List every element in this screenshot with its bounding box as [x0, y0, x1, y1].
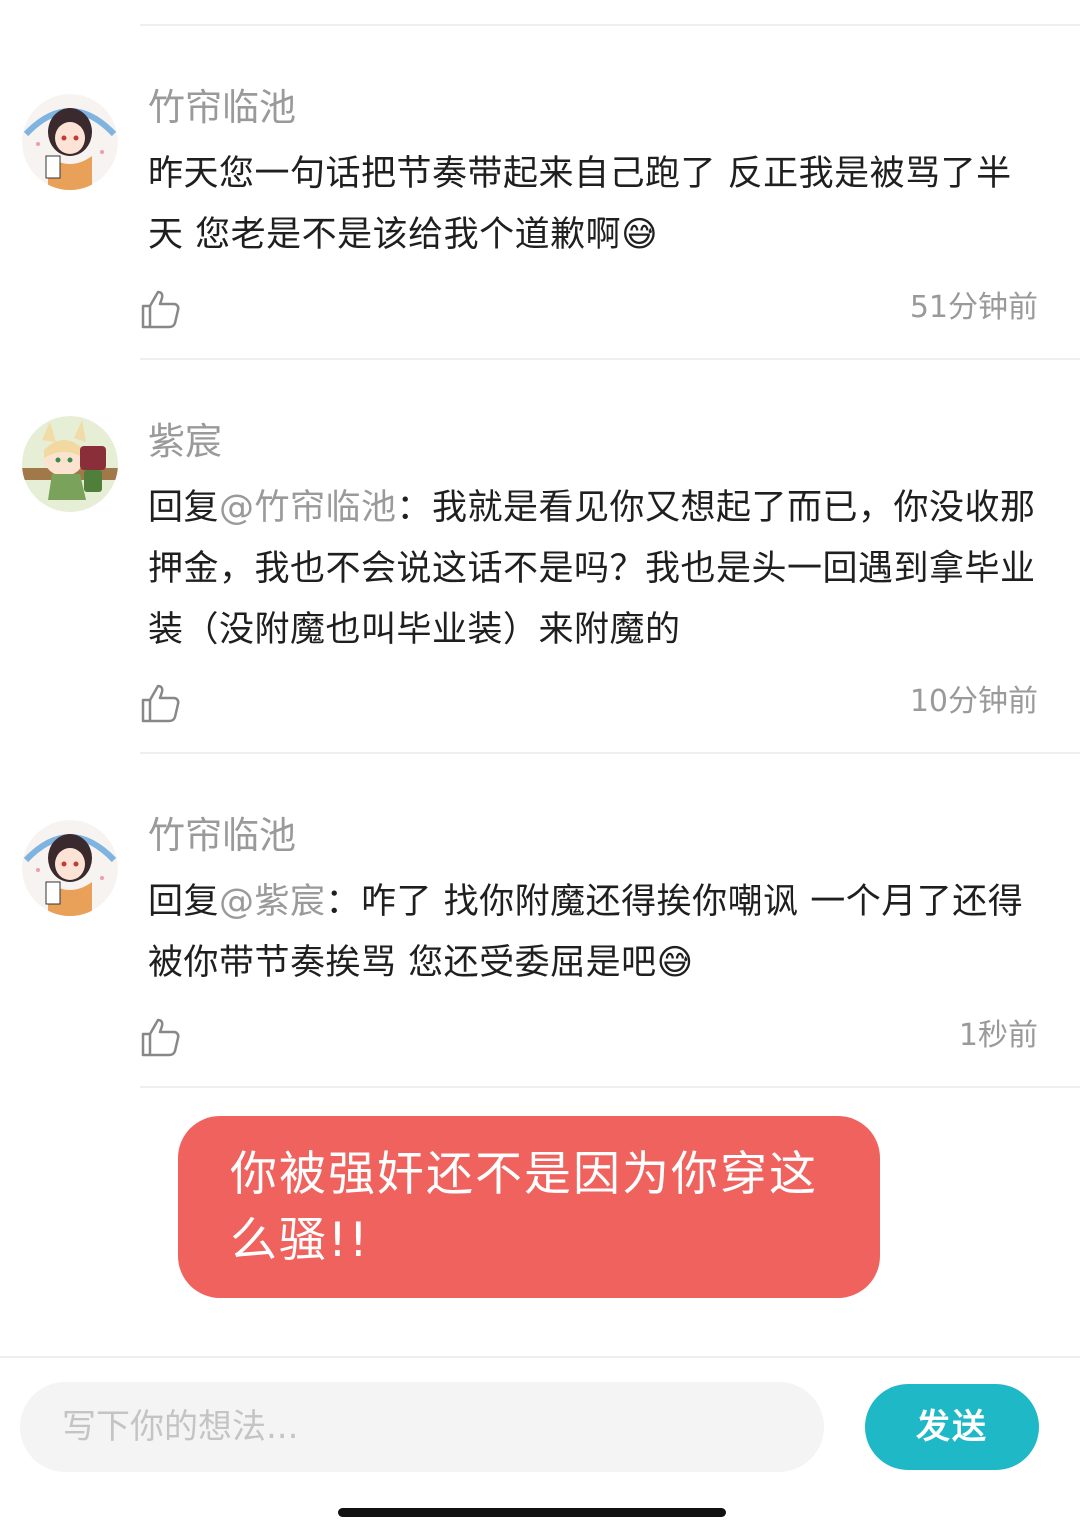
mention-link[interactable]: @紫宸	[219, 882, 326, 922]
comment-thread-screen: 竹帘临池 昨天您一句话把节奏带起来自己跑了 反正我是被骂了半天 您老是不是该给我…	[0, 0, 1080, 1533]
avatar[interactable]	[22, 94, 118, 190]
like-button[interactable]	[140, 682, 182, 724]
comment-text: 回复@紫宸：咋了 找你附魔还得挨你嘲讽 一个月了还得被你带节奏挨骂 您还受委屈是…	[148, 872, 1038, 994]
toast-message: 你被强奸还不是因为你穿这么骚!!	[178, 1116, 880, 1298]
reply-prefix: 回复	[148, 882, 220, 922]
home-indicator[interactable]	[338, 1508, 726, 1517]
send-button[interactable]: 发送	[865, 1384, 1039, 1470]
like-button[interactable]	[140, 288, 182, 330]
thumbs-up-icon	[141, 1018, 180, 1057]
comment-username[interactable]: 紫宸	[148, 418, 222, 466]
avatar[interactable]	[22, 820, 118, 916]
comment-username[interactable]: 竹帘临池	[148, 84, 296, 132]
divider	[140, 358, 1080, 360]
divider	[140, 1086, 1080, 1088]
thumbs-up-icon	[141, 290, 180, 329]
comment-time: 1秒前	[958, 1018, 1038, 1053]
reply-prefix: 回复	[148, 488, 220, 528]
avatar[interactable]	[22, 416, 118, 512]
mention-link[interactable]: @竹帘临池	[219, 488, 397, 528]
comment-composer: 发送	[0, 1356, 1080, 1533]
divider	[140, 752, 1080, 754]
comment-input[interactable]	[20, 1382, 824, 1472]
thumbs-up-icon	[141, 684, 180, 723]
comment-text: 昨天您一句话把节奏带起来自己跑了 反正我是被骂了半天 您老是不是该给我个道歉啊😅	[148, 154, 1012, 255]
comment-username[interactable]: 竹帘临池	[148, 812, 296, 860]
comment-time: 10分钟前	[909, 684, 1038, 719]
like-button[interactable]	[140, 1016, 182, 1058]
comment-text: 回复@竹帘临池：我就是看见你又想起了而已，你没收那押金，我也不会说这话不是吗？我…	[148, 478, 1038, 661]
divider	[140, 24, 1080, 26]
comment-time: 51分钟前	[909, 290, 1038, 325]
